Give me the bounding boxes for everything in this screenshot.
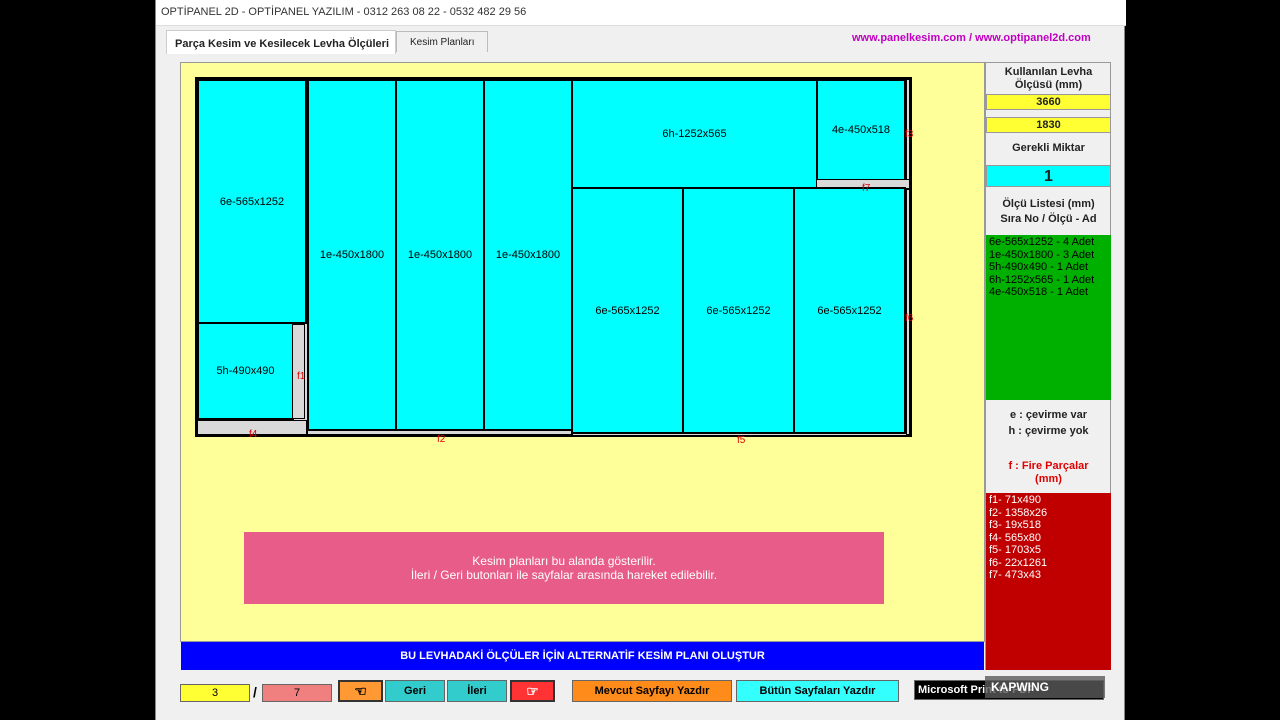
- scrap-label-f3: f3: [905, 129, 914, 140]
- first-page-button[interactable]: ☜: [338, 680, 383, 702]
- last-page-button[interactable]: ☞: [510, 680, 555, 702]
- tab-kesim-planlari[interactable]: Kesim Planları: [396, 31, 488, 52]
- list-item: 4e-450x518 - 1 Adet: [989, 286, 1089, 298]
- list-item: 5h-490x490 - 1 Adet: [989, 261, 1089, 273]
- piece-6h-1252x565[interactable]: 6h-1252x565: [571, 79, 818, 189]
- info-box: Kesim planları bu alanda gösterilir. İle…: [244, 532, 884, 604]
- list-item: 1e-450x1800 - 3 Adet: [989, 248, 1095, 261]
- window-title: OPTİPANEL 2D - OPTİPANEL YAZILIM - 0312 …: [161, 6, 527, 18]
- scrap-label-f4: f4: [249, 429, 258, 440]
- side-panel: Kullanılan Levha Ölçüsü (mm) 3660 1830 G…: [985, 62, 1111, 670]
- info-line-1: Kesim planları bu alanda gösterilir.: [472, 554, 656, 568]
- alternative-plan-button[interactable]: BU LEVHADAKİ ÖLÇÜLER İÇİN ALTERNATİF KES…: [181, 642, 984, 670]
- back-button[interactable]: Geri: [385, 680, 445, 702]
- list-item: 6h-1252x565 - 1 Adet: [989, 273, 1095, 286]
- scrap-f6: [906, 189, 910, 435]
- fire-item: f2- 1358x26: [989, 506, 1048, 519]
- page-separator: /: [253, 684, 257, 700]
- pointing-hand-left-icon: ☜: [354, 682, 367, 699]
- piece-6e-565x1252-d[interactable]: 6e-565x1252: [793, 187, 906, 434]
- fire-item: f5- 1703x5: [989, 544, 1041, 556]
- print-all-button[interactable]: Bütün Sayfaları Yazdır: [736, 680, 899, 702]
- piece-1e-450x1800-a[interactable]: 1e-450x1800: [307, 79, 397, 431]
- piece-6e-565x1252-a[interactable]: 6e-565x1252: [197, 79, 307, 324]
- sheet-width-field[interactable]: 3660: [986, 94, 1111, 110]
- piece-1e-450x1800-b[interactable]: 1e-450x1800: [395, 79, 485, 431]
- scrap-label-f2: f2: [437, 434, 446, 445]
- list-title-2: Sıra No / Ölçü - Ad: [1000, 213, 1097, 225]
- fire-list: f1- 71x490 f2- 1358x26 f3- 19x518 f4- 56…: [986, 493, 1111, 670]
- scrap-label-f5: f5: [737, 435, 746, 446]
- piece-5h-490x490[interactable]: 5h-490x490: [197, 322, 294, 420]
- scrap-label-f1: f1: [297, 371, 306, 382]
- main-window: OPTİPANEL 2D - OPTİPANEL YAZILIM - 0312 …: [155, 0, 1126, 720]
- title-bar: OPTİPANEL 2D - OPTİPANEL YAZILIM - 0312 …: [156, 0, 1126, 26]
- tab-parca-kesim[interactable]: Parça Kesim ve Kesilecek Levha Ölçüleri: [166, 30, 396, 54]
- next-button[interactable]: İleri: [447, 680, 507, 702]
- piece-4e-450x518[interactable]: 4e-450x518: [816, 79, 906, 181]
- list-title-1: Ölçü Listesi (mm): [1002, 198, 1095, 210]
- fire-item: f4- 565x80: [989, 531, 1041, 544]
- fire-item: f6- 22x1261: [989, 556, 1048, 569]
- bottom-toolbar: 3 / 7 ☜ Geri İleri ☞ Mevcut Sayfayı Yazd…: [156, 675, 1126, 720]
- website-link[interactable]: www.panelkesim.com / www.optipanel2d.com: [852, 32, 1091, 44]
- scrap-label-f7: f7: [862, 183, 871, 194]
- sheet-size-title: Kullanılan Levha Ölçüsü (mm): [1004, 66, 1093, 91]
- fire-item: f3- 19x518: [989, 519, 1041, 531]
- fire-item: f7- 473x43: [989, 569, 1041, 581]
- scrap-label-f6: f6: [905, 313, 914, 324]
- fire-title: f : Fire Parçalar (mm): [1008, 460, 1089, 485]
- total-pages-field: 7: [262, 684, 332, 702]
- piece-6e-565x1252-c[interactable]: 6e-565x1252: [682, 187, 795, 434]
- kapwing-watermark: KAPWING: [985, 676, 1105, 698]
- info-line-2: İleri / Geri butonları ile sayfalar aras…: [410, 568, 718, 582]
- panel-sheet: 6e-565x1252 5h-490x490 1e-450x1800 1e-45…: [195, 77, 914, 446]
- print-current-button[interactable]: Mevcut Sayfayı Yazdır: [572, 680, 732, 702]
- piece-1e-450x1800-c[interactable]: 1e-450x1800: [483, 79, 573, 431]
- piece-6e-565x1252-b[interactable]: 6e-565x1252: [571, 187, 684, 434]
- piece-list: 6e-565x1252 - 4 Adet 1e-450x1800 - 3 Ade…: [986, 235, 1111, 400]
- legend-h: h : çevirme yok: [1008, 425, 1089, 437]
- legend-e: e : çevirme var: [1009, 409, 1088, 421]
- list-item: 6e-565x1252 - 4 Adet: [989, 236, 1095, 248]
- pointing-hand-right-icon: ☞: [526, 682, 539, 699]
- quantity-value: 1: [986, 165, 1111, 187]
- quantity-title: Gerekli Miktar: [1012, 142, 1085, 154]
- sheet-height-field[interactable]: 1830: [986, 117, 1111, 133]
- current-page-field[interactable]: 3: [180, 684, 250, 702]
- fire-item: f1- 71x490: [989, 494, 1041, 506]
